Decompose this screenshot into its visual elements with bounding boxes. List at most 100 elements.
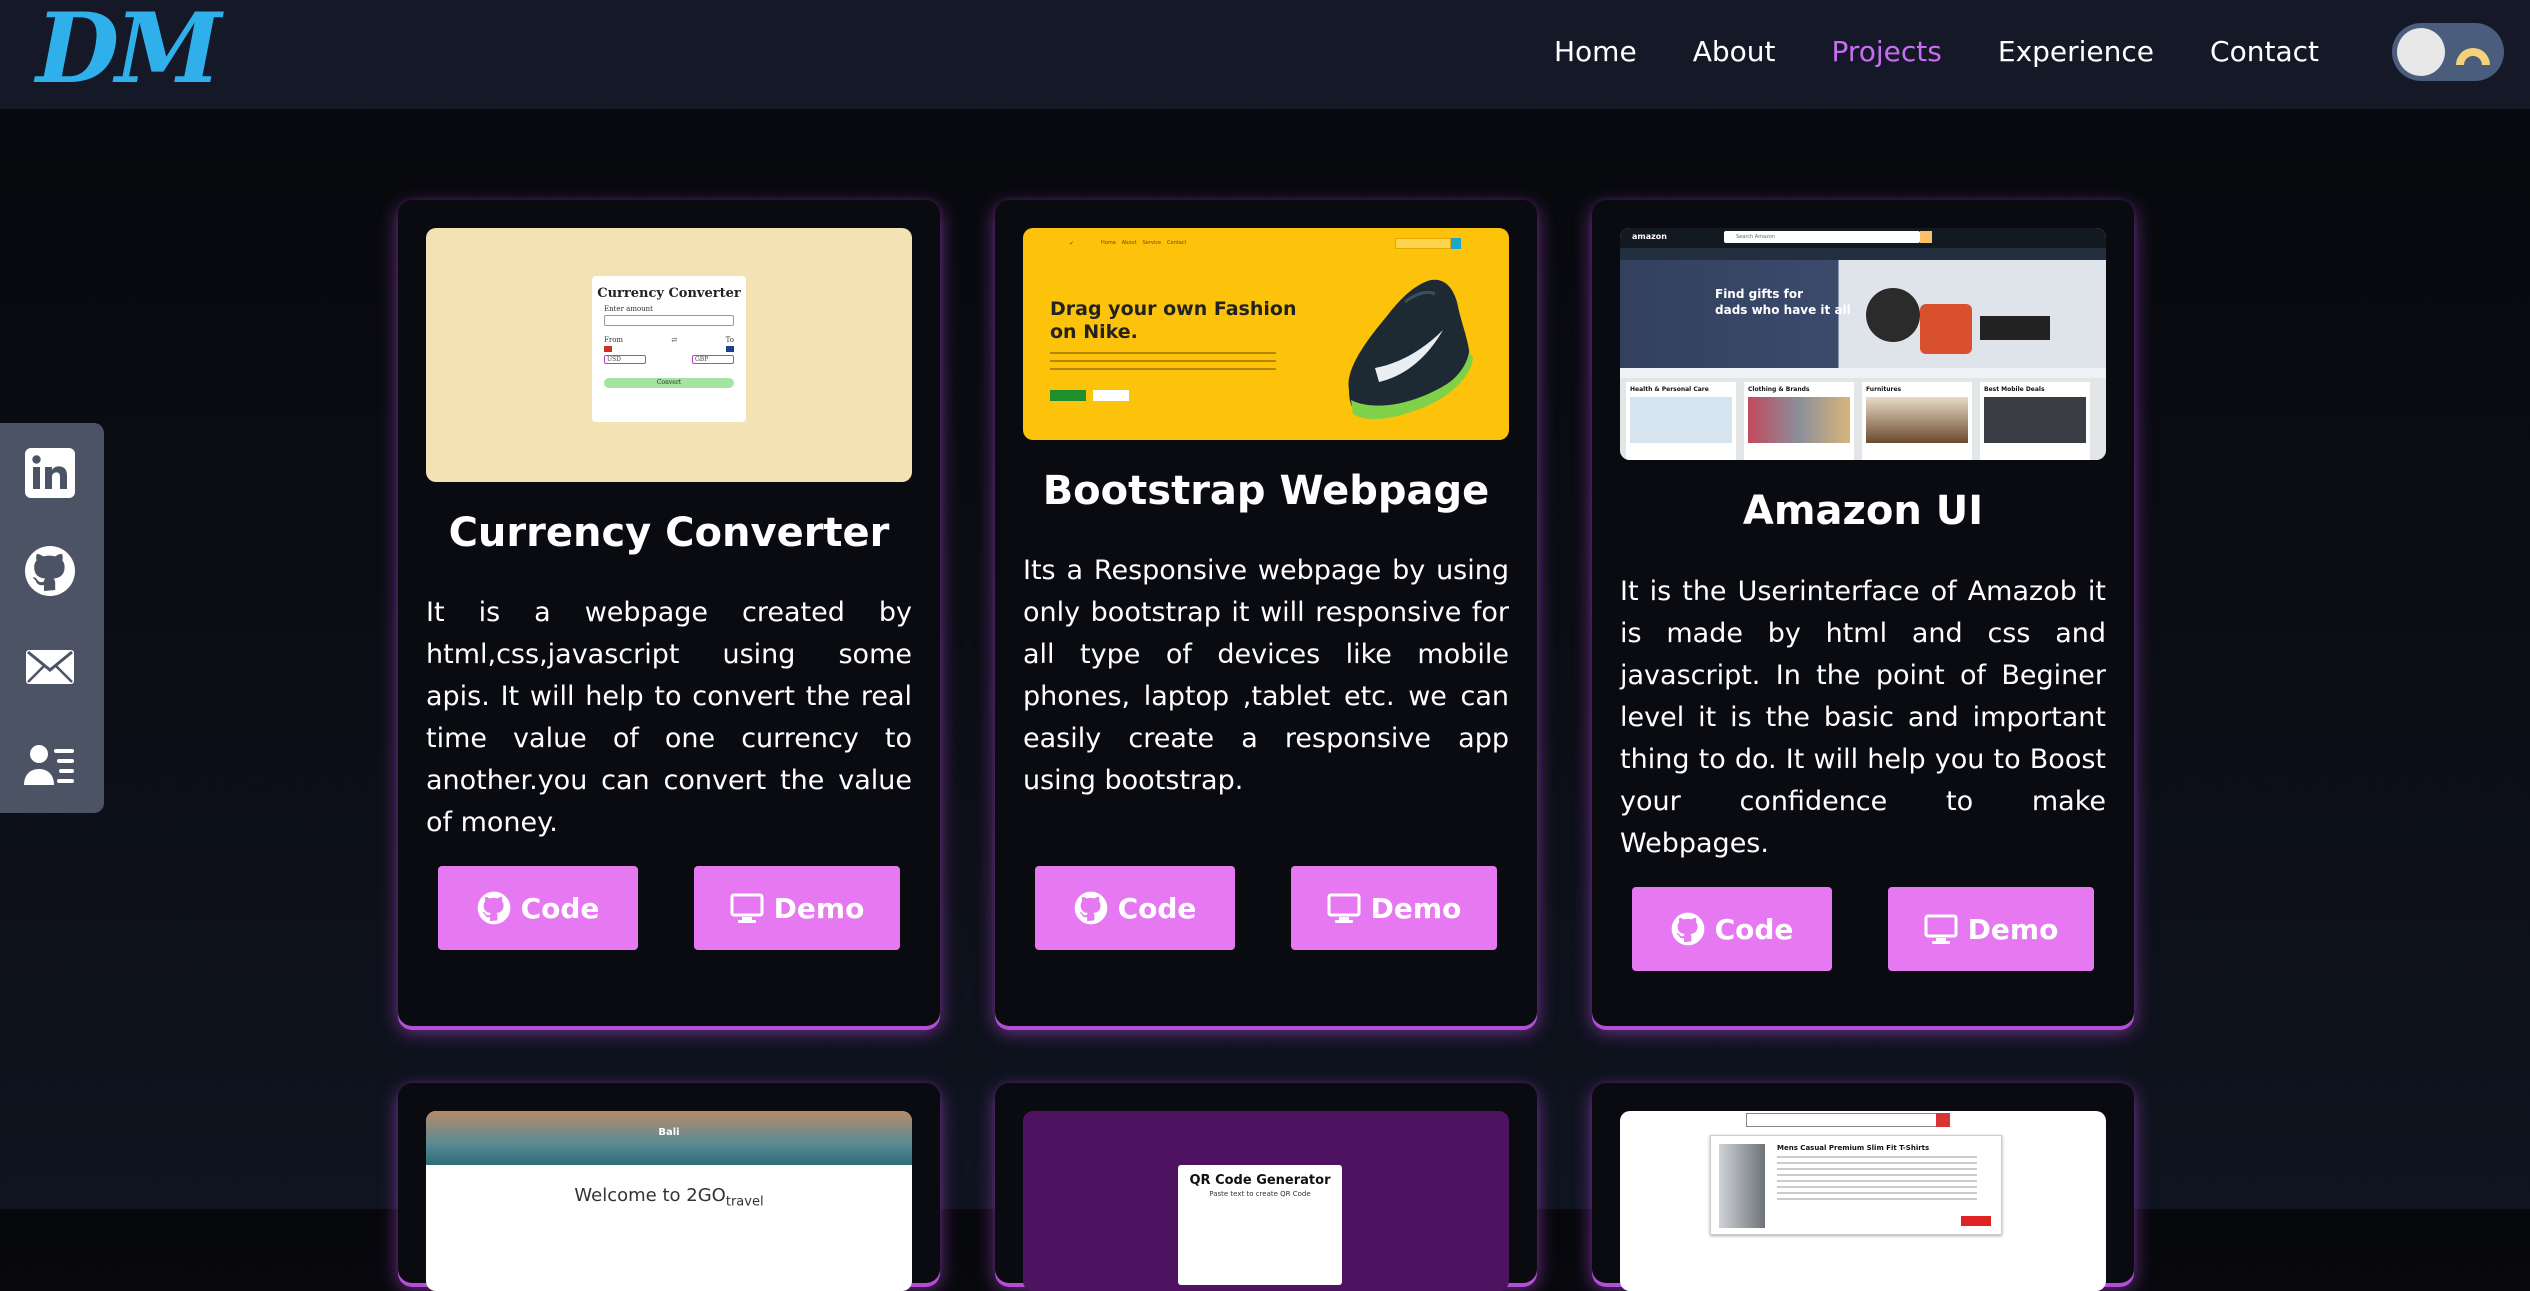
thumb-tile-row: Health & Personal Care Clothing & Brands… xyxy=(1620,378,2106,460)
thumb-notice-bar xyxy=(1620,368,2106,378)
thumb-search-field xyxy=(1746,1113,1938,1127)
thumb-search-field xyxy=(1395,238,1451,249)
card-title: Currency Converter xyxy=(448,510,890,556)
github-icon[interactable] xyxy=(24,545,76,597)
demo-button-label: Demo xyxy=(773,891,865,925)
main-nav: Home About Projects Experience Contact xyxy=(1554,30,2375,74)
thumb-product-desc xyxy=(1777,1156,1977,1200)
card-title: Amazon UI xyxy=(1742,488,1984,534)
thumb-camera-image xyxy=(1920,304,1972,354)
thumb-heading: Currency Converter xyxy=(597,286,741,301)
thumb-tile-image xyxy=(1748,397,1850,443)
project-thumbnail[interactable]: Currency Converter Enter amount From ⇄ T… xyxy=(426,228,912,482)
nav-projects[interactable]: Projects xyxy=(1831,30,1941,74)
card-description: Its a Responsive webpage by using only b… xyxy=(1023,555,1509,796)
monitor-icon xyxy=(1327,893,1361,923)
site-logo[interactable]: DM xyxy=(36,0,222,104)
github-icon xyxy=(477,891,510,925)
thumb-contact-button xyxy=(1050,390,1086,401)
thumb-converter-box: Currency Converter Enter amount From ⇄ T… xyxy=(592,276,746,422)
demo-button[interactable]: Demo xyxy=(694,866,900,950)
card-description: It is a webpage created by html,css,java… xyxy=(426,597,912,838)
toggle-knob xyxy=(2397,28,2445,76)
code-button-label: Code xyxy=(1117,891,1197,925)
thumb-search-field: Search Amazon xyxy=(1724,231,1920,243)
mail-icon[interactable] xyxy=(24,641,76,693)
code-button[interactable]: Code xyxy=(1035,866,1235,950)
project-card-currency-converter: Currency Converter Enter amount From ⇄ T… xyxy=(398,200,940,1026)
theme-toggle[interactable] xyxy=(2392,23,2504,81)
thumb-from-label: From xyxy=(604,336,624,344)
demo-button-label: Demo xyxy=(1370,891,1462,925)
thumb-service-button xyxy=(1093,390,1129,401)
nav-about[interactable]: About xyxy=(1693,30,1776,74)
thumb-nav-item: Service xyxy=(1142,240,1162,246)
thumb-headline: on Nike. xyxy=(1050,321,1138,343)
thumb-headphones-image xyxy=(1866,288,1920,342)
thumb-body-text xyxy=(1050,352,1276,376)
moon-icon xyxy=(2456,48,2490,65)
thumb-price-badge xyxy=(1961,1216,1991,1226)
nav-experience[interactable]: Experience xyxy=(1998,30,2154,74)
contact-card-icon[interactable] xyxy=(24,739,76,791)
thumb-subtitle: Paste text to create QR Code xyxy=(1209,1190,1311,1198)
thumb-hero-text: dads who have it all xyxy=(1715,303,1851,317)
code-button[interactable]: Code xyxy=(438,866,638,950)
thumb-nav-item: About xyxy=(1121,240,1137,246)
thumb-from-select: USD xyxy=(604,355,646,364)
social-sidebar xyxy=(0,423,104,813)
thumb-search-button xyxy=(1451,238,1461,249)
thumb-product-title: Mens Casual Premium Slim Fit T-Shirts xyxy=(1777,1144,1930,1152)
thumb-tile: Best Mobile Deals xyxy=(1980,382,2090,460)
thumb-tile: Furnitures xyxy=(1862,382,1972,460)
thumb-title: Bali xyxy=(658,1127,680,1138)
github-icon xyxy=(1074,891,1107,925)
monitor-icon xyxy=(730,893,764,923)
monitor-icon xyxy=(1924,914,1958,944)
thumb-to-select: GBP xyxy=(692,355,734,364)
thumb-travel-banner: Bali xyxy=(426,1111,912,1165)
project-thumbnail[interactable]: Bali Welcome to 2GOtravel xyxy=(426,1111,912,1291)
thumb-amount-label: Enter amount xyxy=(604,305,653,313)
thumb-tile-image xyxy=(1866,397,1968,443)
code-button-label: Code xyxy=(520,891,600,925)
thumb-nav-item: Contact xyxy=(1167,240,1187,246)
thumb-product-card: Mens Casual Premium Slim Fit T-Shirts xyxy=(1710,1135,2002,1235)
thumb-search-button xyxy=(1936,1113,1950,1127)
thumb-amazon-logo: amazon xyxy=(1632,232,1667,241)
thumb-welcome-sub: travel xyxy=(725,1194,764,1210)
thumb-tile: Health & Personal Care xyxy=(1626,382,1736,460)
project-card-shop: Mens Casual Premium Slim Fit T-Shirts xyxy=(1592,1083,2134,1291)
demo-button[interactable]: Demo xyxy=(1291,866,1497,950)
nav-home[interactable]: Home xyxy=(1554,30,1637,74)
project-thumbnail[interactable]: Mens Casual Premium Slim Fit T-Shirts xyxy=(1620,1111,2106,1291)
thumb-headline: Drag your own Fashion xyxy=(1050,298,1297,320)
thumb-welcome: Welcome to 2GOtravel xyxy=(426,1185,912,1210)
thumb-tile-title: Furnitures xyxy=(1866,386,1902,393)
thumb-hero-banner: Find gifts for dads who have it all xyxy=(1620,260,2106,378)
thumb-speaker-image xyxy=(1980,316,2050,340)
thumb-tile-title: Clothing & Brands xyxy=(1748,386,1810,393)
linkedin-icon[interactable] xyxy=(24,447,76,499)
thumb-amazon-subnav xyxy=(1620,248,2106,260)
thumb-welcome-text: Welcome to 2GO xyxy=(574,1185,726,1206)
thumb-product-image xyxy=(1719,1144,1765,1228)
project-thumbnail[interactable]: amazon Search Amazon Find gifts for dads… xyxy=(1620,228,2106,460)
thumb-tile-image xyxy=(1630,397,1732,443)
nav-contact[interactable]: Contact xyxy=(2210,30,2319,74)
github-icon xyxy=(1671,912,1704,946)
thumb-nike-logo: ✓ xyxy=(1069,240,1075,247)
project-thumbnail[interactable]: ✓ Home About Service Contact Drag your o… xyxy=(1023,228,1509,440)
top-navbar: DM Home About Projects Experience Contac… xyxy=(0,0,2530,109)
code-button[interactable]: Code xyxy=(1632,887,1832,971)
project-card-amazon-ui: amazon Search Amazon Find gifts for dads… xyxy=(1592,200,2134,1026)
project-card-travel: Bali Welcome to 2GOtravel xyxy=(398,1083,940,1291)
thumb-tile: Clothing & Brands xyxy=(1744,382,1854,460)
thumb-swap-icon: ⇄ xyxy=(671,336,678,344)
demo-button[interactable]: Demo xyxy=(1888,887,2094,971)
project-card-qr-generator: QR Code Generator Paste text to create Q… xyxy=(995,1083,1537,1291)
thumb-tile-title: Best Mobile Deals xyxy=(1984,386,2045,393)
project-thumbnail[interactable]: QR Code Generator Paste text to create Q… xyxy=(1023,1111,1509,1291)
thumb-nav-item: Home xyxy=(1101,240,1116,246)
card-title: Bootstrap Webpage xyxy=(1042,468,1490,514)
